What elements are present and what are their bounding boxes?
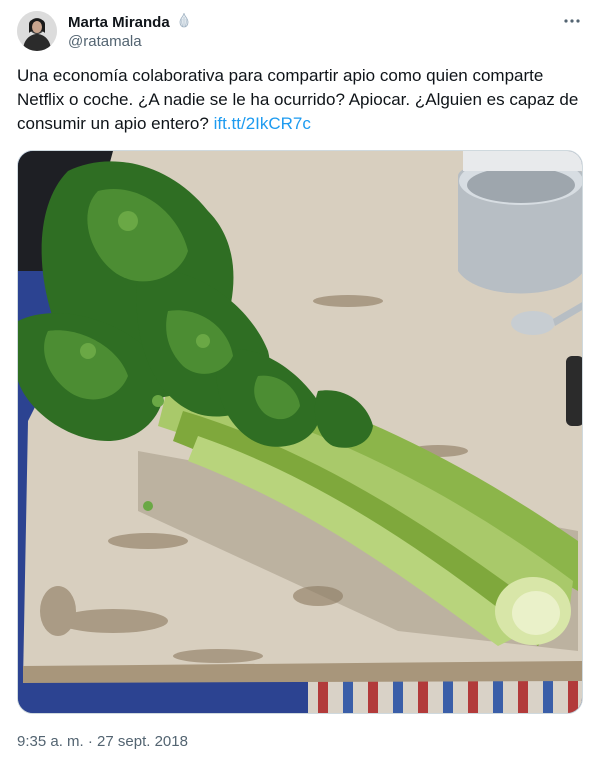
more-options-button[interactable]	[561, 12, 583, 30]
author-name-row: Marta Miranda	[68, 12, 192, 33]
garlic-badge-icon	[176, 12, 192, 33]
celery-photo	[18, 151, 582, 713]
tweet-link[interactable]: ift.tt/2IkCR7c	[214, 114, 311, 133]
tweet-text: Una economía colaborativa para compartir…	[17, 64, 583, 136]
avatar[interactable]	[17, 11, 57, 51]
tweet-photo[interactable]	[17, 150, 583, 714]
author-name[interactable]: Marta Miranda	[68, 14, 170, 32]
author-handle[interactable]: @ratamala	[68, 33, 142, 51]
tweet-timestamp[interactable]: 9:35 a. m. · 27 sept. 2018	[17, 733, 188, 751]
avatar-image	[17, 11, 57, 51]
more-horizontal-icon	[564, 19, 580, 23]
